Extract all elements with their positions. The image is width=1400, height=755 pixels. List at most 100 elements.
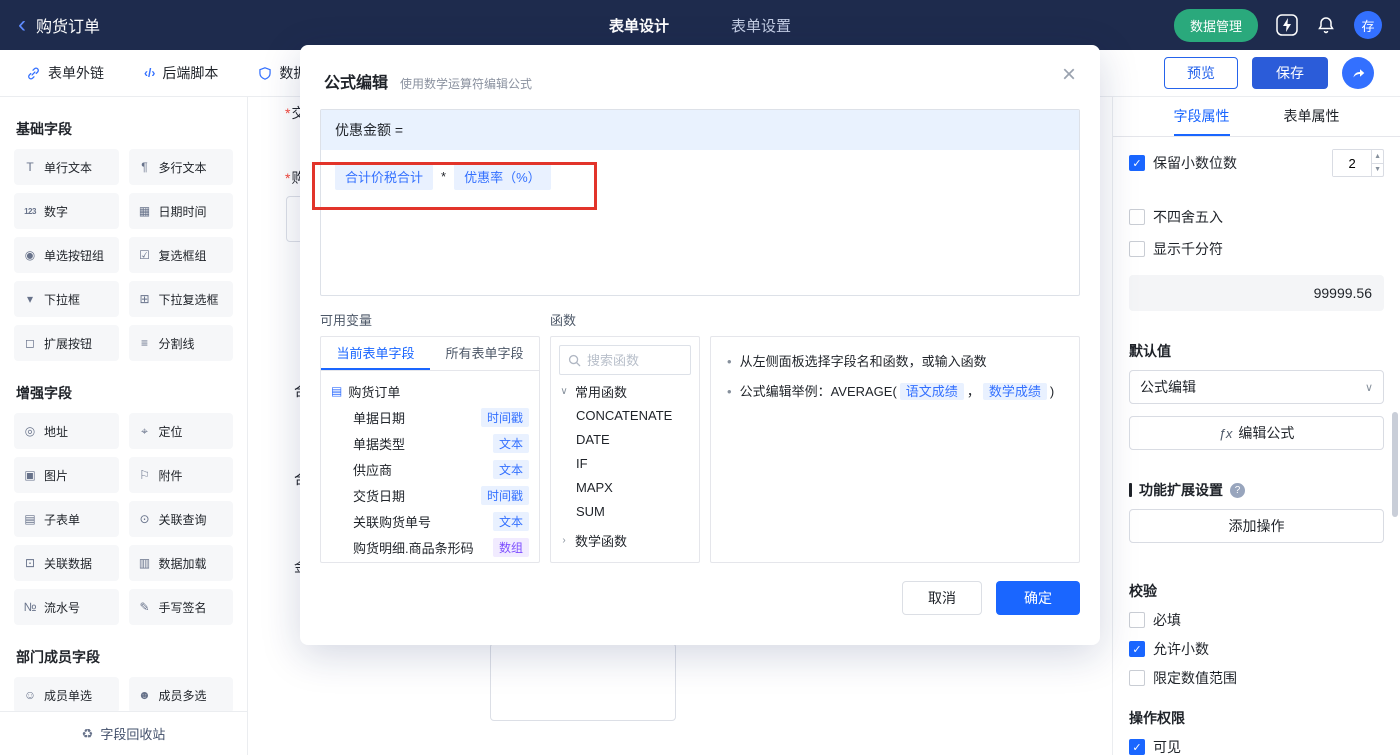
function-search-input[interactable] [587,352,682,368]
field-item[interactable]: ¶ 多行文本 [128,149,233,185]
tab-form-properties[interactable]: 表单属性 [1284,97,1340,136]
field-item[interactable]: ☻ 成员多选 [128,677,233,713]
field-recycle-bin[interactable]: ♻ 字段回收站 [0,711,247,755]
add-action-button[interactable]: 添加操作 [1129,509,1384,543]
decimal-places-input[interactable] [1333,150,1372,176]
bell-icon[interactable] [1316,15,1336,35]
allow-decimal-checkbox[interactable] [1129,641,1145,657]
field-item[interactable]: ⊡ 关联数据 [14,545,119,581]
backend-script-label: 后端脚本 [162,65,219,81]
caret-right-icon: › [562,534,566,546]
field-item[interactable]: ⚐ 附件 [128,457,233,493]
scrollbar-thumb[interactable] [1392,412,1398,517]
field-item[interactable]: ⊙ 关联查询 [128,501,233,537]
back-icon[interactable]: ‹ [18,13,26,37]
function-item[interactable]: CONCATENATE [559,404,691,428]
function-item[interactable]: MAPX [559,476,691,500]
decimal-places-stepper: ▲▼ [1332,149,1384,177]
save-button[interactable]: 保存 [1252,57,1328,89]
formula-target: 优惠金额 = [321,110,1079,150]
canvas-input[interactable] [286,196,301,242]
field-item-label: 下拉框 [44,292,81,307]
field-item[interactable]: № 流水号 [14,589,119,625]
divider-icon: ≡ [140,336,148,350]
close-icon[interactable]: × [1062,63,1076,87]
cancel-button[interactable]: 取消 [902,581,982,615]
default-value-select[interactable]: 公式编辑 ∨ [1129,370,1384,404]
variable-row[interactable]: 关联购货单号 文本 [331,508,529,534]
document-icon: ▤ [331,384,343,398]
tab-field-properties[interactable]: 字段属性 [1173,97,1230,136]
field-item[interactable]: ☺ 成员单选 [14,677,119,713]
enhanced-fields-grid: ◎ 地址 ⌖ 定位 ▣ 图片 ⚐ 附件 ▤ 子表单 ⊙ 关联查询 ⊡ 关联数据 ▥ 数据加载 №… [14,413,233,625]
share-button[interactable] [1342,57,1374,89]
function-item[interactable]: IF [559,452,691,476]
field-item[interactable]: ◉ 单选按钮组 [14,237,119,273]
field-item-label: 单行文本 [44,160,93,175]
field-item[interactable]: ◻ 扩展按钮 [14,325,119,361]
function-group-text[interactable]: › 文本函数 [559,556,691,562]
variable-row[interactable]: 交货日期 时间戳 [331,482,529,508]
decimal-places-checkbox[interactable] [1129,155,1145,171]
avatar[interactable]: 存 [1354,11,1382,39]
tab-form-design[interactable]: 表单设计 [609,15,669,36]
function-item[interactable]: DATE [559,428,691,452]
edit-formula-button[interactable]: ƒx 编辑公式 [1129,416,1384,450]
canvas-field[interactable] [490,643,676,721]
confirm-button[interactable]: 确定 [996,581,1080,615]
preview-button[interactable]: 预览 [1164,57,1238,89]
visible-checkbox[interactable] [1129,739,1145,755]
field-item[interactable]: T 单行文本 [14,149,119,185]
field-item[interactable]: ✎ 手写签名 [128,589,233,625]
limit-range-checkbox[interactable] [1129,670,1145,686]
function-group-math[interactable]: › 数学函数 [559,527,691,553]
thousand-separator-label: 显示千分符 [1153,241,1223,257]
lightning-icon[interactable] [1276,14,1298,36]
formula-input-area[interactable]: 合计价税合计 * 优惠率（%） [321,150,1079,203]
backend-script-item[interactable]: ‹/› 后端脚本 [144,63,218,83]
required-checkbox[interactable] [1129,612,1145,628]
field-item[interactable]: ≡ 分割线 [128,325,233,361]
no-rounding-checkbox[interactable] [1129,209,1145,225]
field-item[interactable]: 123 数字 [14,193,119,229]
stepper-down-icon[interactable]: ▼ [1372,164,1383,177]
data-manage-button[interactable]: 数据管理 [1173,8,1258,42]
field-item[interactable]: ▾ 下拉框 [14,281,119,317]
variable-row[interactable]: 购货明细.商品条形码 数组 [331,534,529,560]
function-item[interactable]: SUM [559,500,691,524]
address-icon: ◎ [24,424,36,438]
variables-list: ▤ 购货订单 单据日期 时间戳 单据类型 文本 供应商 文本 交货日期 时间戳 关联购货… [321,371,539,562]
panel-labels: 可用变量 函数 [320,310,1080,329]
field-item[interactable]: ☑ 复选框组 [128,237,233,273]
field-item[interactable]: ▥ 数据加载 [128,545,233,581]
function-group-common[interactable]: ∨ 常用函数 [559,378,691,404]
example-field-tag: 数学成绩 [982,383,1047,400]
stepper-up-icon[interactable]: ▲ [1372,150,1383,164]
page-title: 购货订单 [36,19,101,36]
permission-title: 操作权限 [1129,710,1185,726]
variables-tabs: 当前表单字段 所有表单字段 [321,337,539,371]
help-icon[interactable]: ? [1230,482,1245,498]
field-item[interactable]: ⊞ 下拉复选框 [128,281,233,317]
variable-row[interactable]: 单据类型 文本 [331,430,529,456]
tab-form-settings[interactable]: 表单设置 [731,15,791,36]
field-item[interactable]: ▦ 日期时间 [128,193,233,229]
help-line: • 从左侧面板选择字段名和函数，或输入函数 [727,354,987,369]
visible-label: 可见 [1153,739,1181,755]
formula-field-token[interactable]: 优惠率（%） [454,163,551,190]
field-item[interactable]: ▣ 图片 [14,457,119,493]
tab-all-form-fields[interactable]: 所有表单字段 [430,337,539,370]
thousand-separator-checkbox[interactable] [1129,241,1145,257]
field-item[interactable]: ▤ 子表单 [14,501,119,537]
field-item[interactable]: ⌖ 定位 [128,413,233,449]
formula-field-token[interactable]: 合计价税合计 [335,163,434,190]
function-search [559,345,691,375]
variable-row[interactable]: 单据日期 时间戳 [331,404,529,430]
variable-row[interactable]: 供应商 文本 [331,456,529,482]
form-root-node[interactable]: ▤ 购货订单 [331,378,529,404]
form-external-link-item[interactable]: 表单外链 [26,63,104,83]
field-item[interactable]: ◎ 地址 [14,413,119,449]
basic-fields-grid: T 单行文本 ¶ 多行文本 123 数字 ▦ 日期时间 ◉ 单选按钮组 ☑ 复选框组 ▾ 下拉… [14,149,233,361]
functions-panel: ∨ 常用函数 CONCATENATE DATE IF MAPX SUM › 数学… [550,336,700,563]
tab-current-form-fields[interactable]: 当前表单字段 [321,337,430,370]
